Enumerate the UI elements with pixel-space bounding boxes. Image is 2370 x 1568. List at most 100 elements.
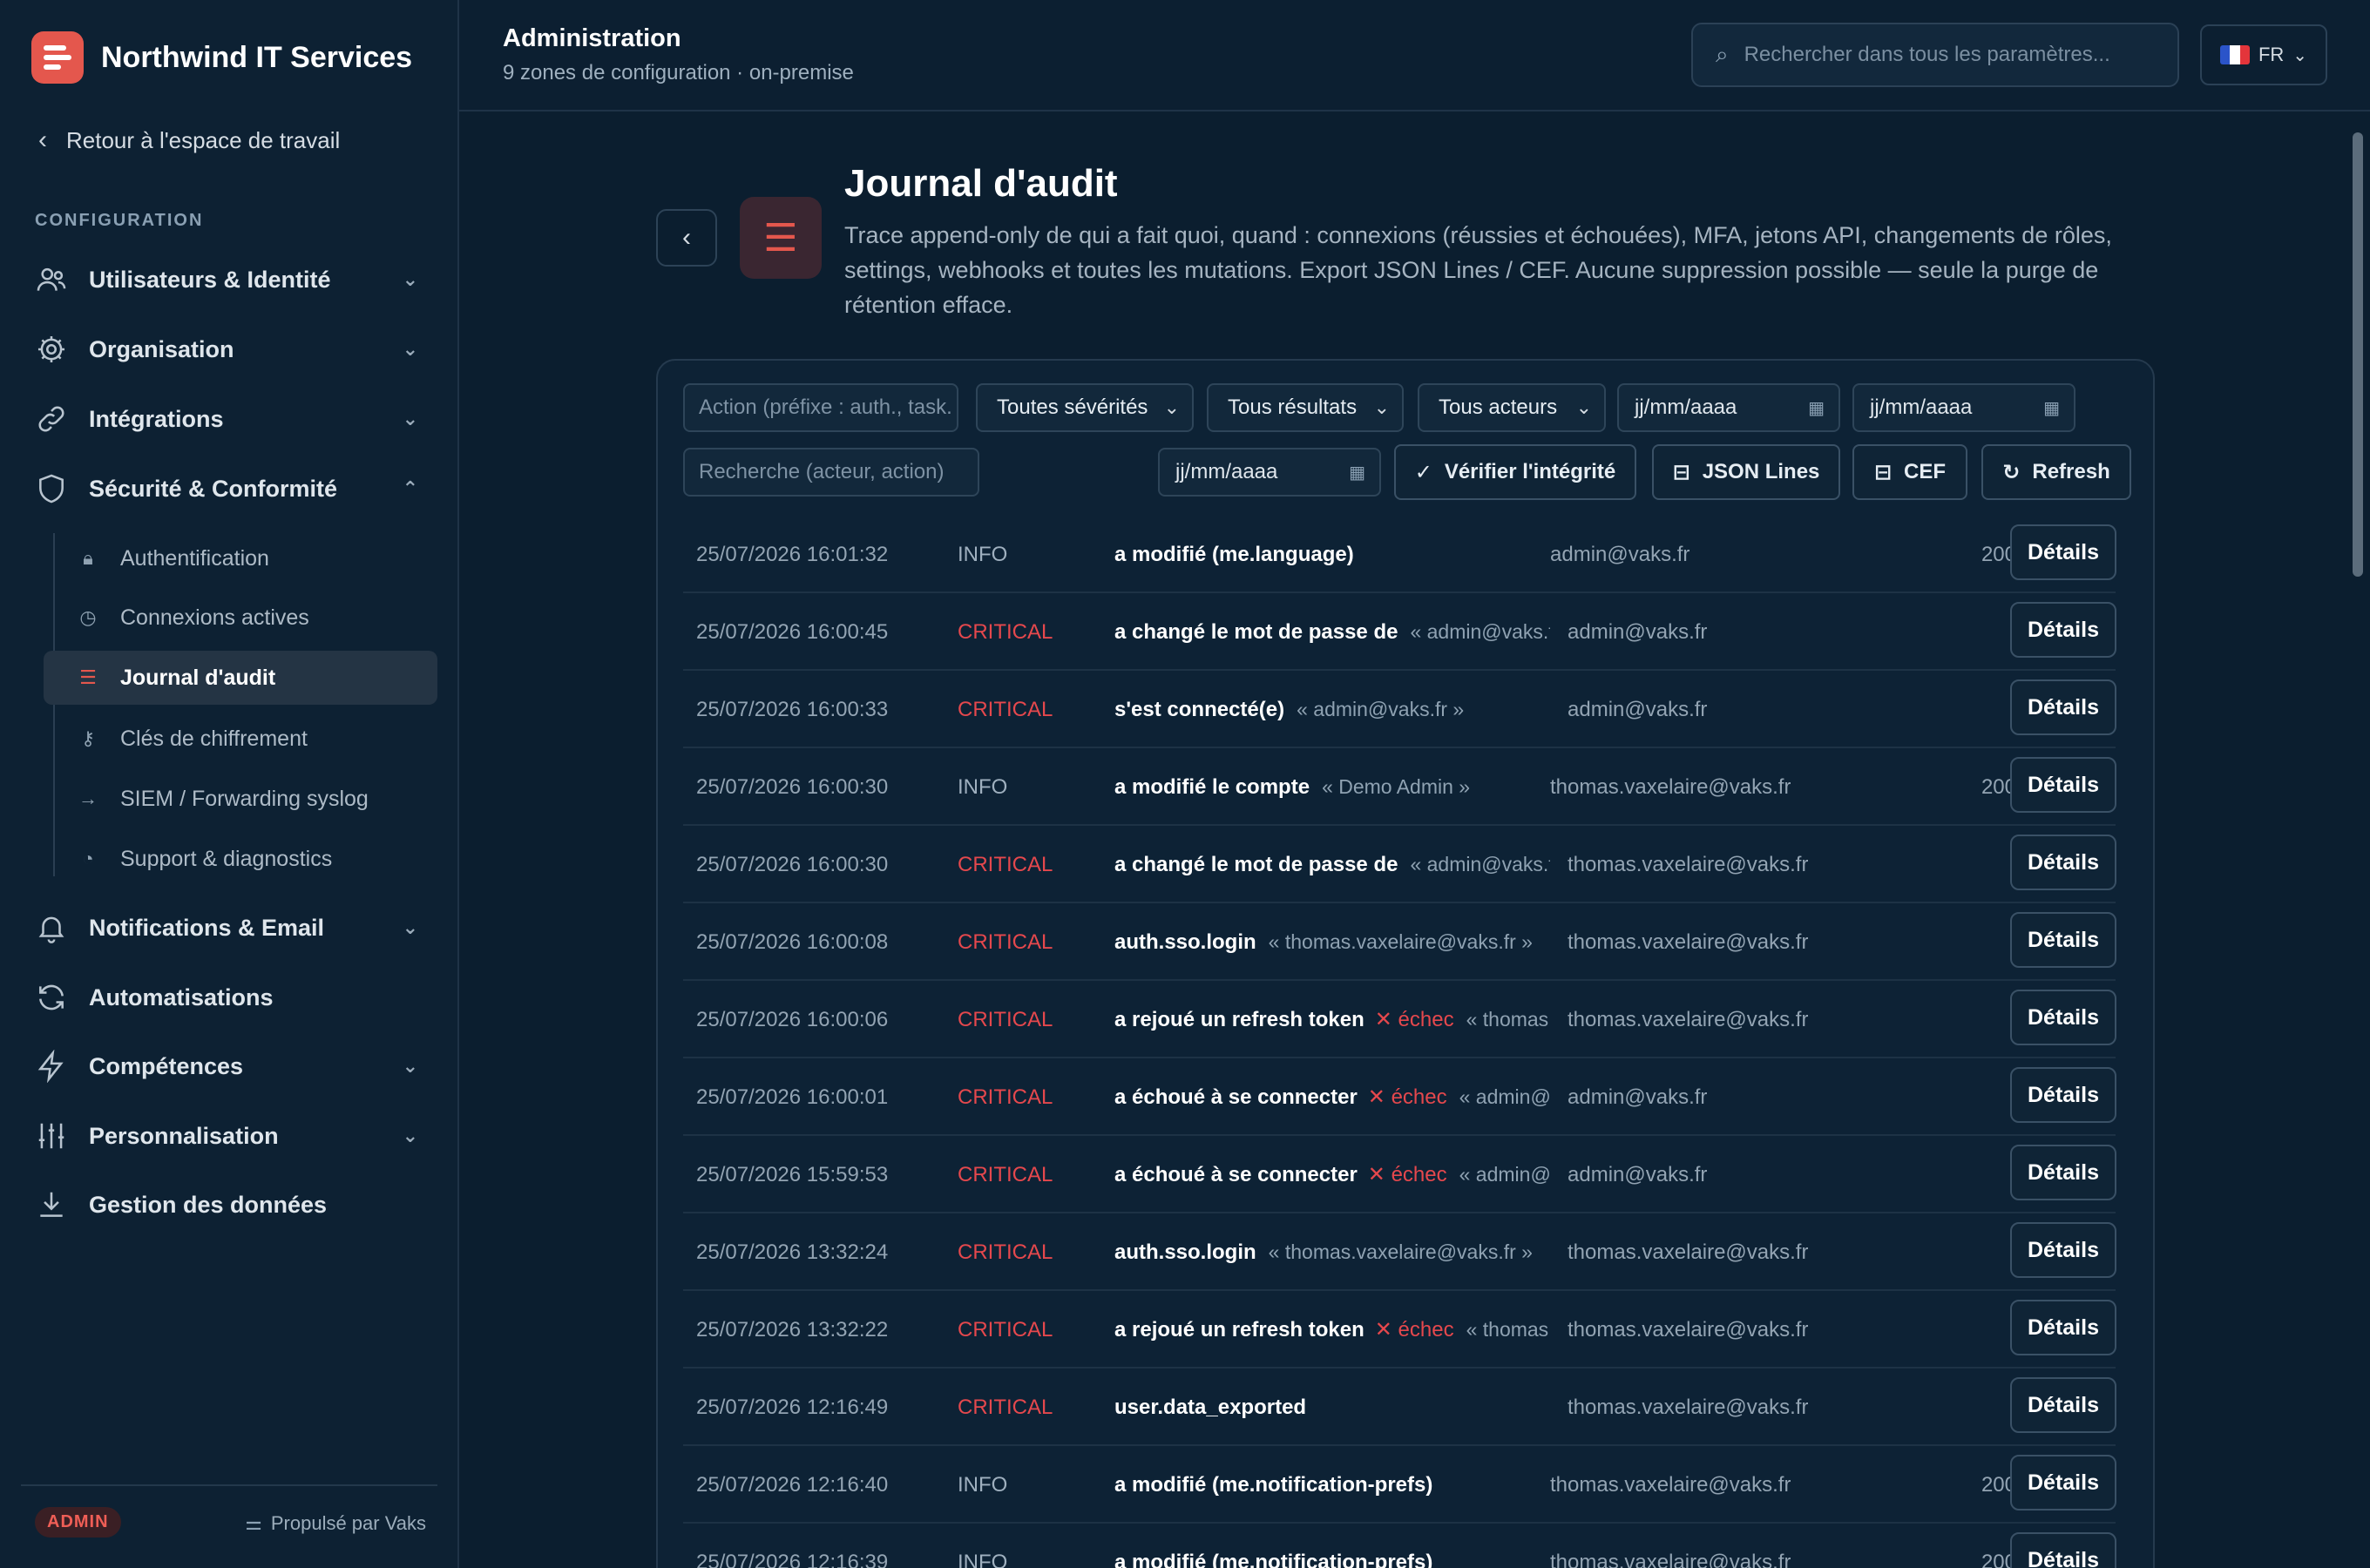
details-button[interactable]: Détails xyxy=(2010,1377,2116,1433)
details-button[interactable]: Détails xyxy=(2010,1455,2116,1511)
row-action: a modifié le compte « Demo Admin » xyxy=(1114,748,1533,826)
scrollbar[interactable] xyxy=(2353,132,2363,577)
details-button[interactable]: Détails xyxy=(2010,1222,2116,1278)
nav-item-skills[interactable]: Compétences ⌄ xyxy=(35,1050,427,1083)
details-button[interactable]: Détails xyxy=(2010,1300,2116,1355)
back-to-workspace-link[interactable]: ‹ Retour à l'espace de travail xyxy=(38,125,340,155)
details-button[interactable]: Détails xyxy=(2010,990,2116,1045)
subnav-item-authentication[interactable]: 🔒︎ Authentification xyxy=(77,531,434,585)
result-value: Tous résultats xyxy=(1228,395,1358,419)
nav-item-organisation[interactable]: Organisation ⌄ xyxy=(35,333,427,366)
lock-icon: 🔒︎ xyxy=(83,547,93,569)
row-action: auth.sso.login « thomas.vaxelaire@vaks.fr… xyxy=(1114,903,1550,981)
row-target: « thomas xyxy=(1466,1008,1549,1031)
table-row[interactable]: 25/07/2026 16:00:08 CRITICAL auth.sso.logi… xyxy=(683,903,2116,981)
subnav-item-encryption-keys[interactable]: ⚷ Clés de chiffrement xyxy=(77,712,434,766)
subnav-tree-line xyxy=(53,533,55,876)
table-row[interactable]: 25/07/2026 12:16:39 INFO a modifié (me.not… xyxy=(683,1524,2116,1568)
table-row[interactable]: 25/07/2026 16:00:30 INFO a modifié le comp… xyxy=(683,748,2116,826)
row-action: auth.sso.login « thomas.vaxelaire@vaks.fr… xyxy=(1114,1213,1550,1291)
row-action-label: a rejoué un refresh token xyxy=(1114,1317,1364,1342)
date-to-input[interactable]: jj/mm/aaaa ▦ xyxy=(1852,383,2075,432)
details-button[interactable]: Détails xyxy=(2010,835,2116,890)
row-action: s'est connecté(e) « admin@vaks.fr » xyxy=(1114,671,1550,748)
result-select[interactable]: Tous résultats ⌄ xyxy=(1207,383,1404,432)
details-button[interactable]: Détails xyxy=(2010,602,2116,658)
subnav-item-support[interactable]: ◔ Support & diagnostics xyxy=(77,832,434,886)
check-icon: ✓ xyxy=(1414,460,1432,484)
export-cef-button[interactable]: ⊟ CEF xyxy=(1852,444,1967,500)
back-button[interactable]: ‹ xyxy=(656,209,717,267)
details-button[interactable]: Détails xyxy=(2010,757,2116,813)
subnav-item-active-sessions[interactable]: ◷ Connexions actives xyxy=(77,591,434,645)
details-button[interactable]: Détails xyxy=(2010,679,2116,735)
row-actor: admin@vaks.fr xyxy=(1568,1162,1708,1186)
actor-value: Tous acteurs xyxy=(1439,395,1558,419)
severity-select[interactable]: Toutes sévérités ⌄ xyxy=(976,383,1194,432)
table-row[interactable]: 25/07/2026 16:00:06 CRITICAL a rejoué un r… xyxy=(683,981,2116,1058)
table-row[interactable]: 25/07/2026 16:00:30 CRITICAL a changé le m… xyxy=(683,826,2116,903)
nav-item-data-management[interactable]: Gestion des données xyxy=(35,1188,427,1221)
row-severity: CRITICAL xyxy=(958,697,1053,721)
nav-item-notifications[interactable]: Notifications & Email ⌄ xyxy=(35,911,427,944)
row-failure-badge: ✕ échec xyxy=(1374,1008,1454,1031)
actor-select[interactable]: Tous acteurs ⌄ xyxy=(1418,383,1606,432)
table-row[interactable]: 25/07/2026 15:59:53 CRITICAL a échoué à se… xyxy=(683,1136,2116,1213)
row-severity: INFO xyxy=(958,774,1008,799)
table-row[interactable]: 25/07/2026 12:16:49 CRITICAL user.data_exp… xyxy=(683,1369,2116,1446)
table-row[interactable]: 25/07/2026 16:00:33 CRITICAL s'est connect… xyxy=(683,671,2116,748)
language-select[interactable]: FR ⌄ xyxy=(2200,24,2327,85)
subnav-label: Journal d'audit xyxy=(120,665,276,690)
search-icon: ⌕ xyxy=(1716,41,1729,67)
table-row[interactable]: 25/07/2026 16:00:45 CRITICAL a changé le m… xyxy=(683,593,2116,671)
date-extra-input[interactable]: jj/mm/aaaa ▦ xyxy=(1158,448,1381,497)
row-actor: thomas.vaxelaire@vaks.fr xyxy=(1568,1240,1809,1264)
details-button[interactable]: Détails xyxy=(2010,1145,2116,1200)
row-action-label: a changé le mot de passe de xyxy=(1114,852,1398,876)
global-search-input[interactable]: ⌕ Rechercher dans tous les paramètres... xyxy=(1691,23,2179,87)
row-action: user.data_exported xyxy=(1114,1369,1550,1446)
row-failure-badge: ✕ échec xyxy=(1367,1085,1447,1109)
table-row[interactable]: 25/07/2026 16:01:32 INFO a modifié (me.lan… xyxy=(683,516,2116,593)
details-button[interactable]: Détails xyxy=(2010,1067,2116,1123)
brand[interactable]: Northwind IT Services xyxy=(31,31,412,84)
nav-item-security[interactable]: Sécurité & Conformité ⌃ xyxy=(35,472,427,505)
verify-integrity-button[interactable]: ✓ Vérifier l'intégrité xyxy=(1394,444,1636,500)
row-timestamp: 25/07/2026 16:00:06 xyxy=(696,1007,889,1031)
action-filter-placeholder: Action (préfixe : auth., task. xyxy=(699,395,952,419)
key-icon: ⚷ xyxy=(80,727,96,749)
details-button[interactable]: Détails xyxy=(2010,524,2116,580)
table-row[interactable]: 25/07/2026 12:16:40 INFO a modifié (me.not… xyxy=(683,1446,2116,1524)
gear-icon xyxy=(37,335,65,363)
nav-item-integrations[interactable]: Intégrations ⌄ xyxy=(35,402,427,436)
chevron-down-icon: ⌄ xyxy=(402,1055,418,1077)
arrow-right-icon: → xyxy=(78,787,98,809)
table-row[interactable]: 25/07/2026 13:32:24 CRITICAL auth.sso.logi… xyxy=(683,1213,2116,1291)
subnav-item-siem[interactable]: → SIEM / Forwarding syslog xyxy=(77,772,434,826)
details-button[interactable]: Détails xyxy=(2010,1532,2116,1568)
export-jsonl-button[interactable]: ⊟ JSON Lines xyxy=(1652,444,1840,500)
calendar-icon: ▦ xyxy=(2043,398,2060,418)
nav-item-users[interactable]: Utilisateurs & Identité ⌄ xyxy=(35,263,427,296)
row-action: a changé le mot de passe de « admin@vaks.… xyxy=(1114,826,1550,903)
search-placeholder: Rechercher dans tous les paramètres... xyxy=(1744,43,2110,66)
row-target: « admin@vaks.fr » xyxy=(1297,698,1465,720)
subnav-item-audit-log[interactable]: ☰ Journal d'audit xyxy=(44,651,437,705)
nav-label: Automatisations xyxy=(89,983,274,1010)
search-filter-input[interactable]: Recherche (acteur, action) xyxy=(683,448,979,497)
row-action: a rejoué un refresh token ✕ échec « thomas xyxy=(1114,1291,1550,1369)
date-from-input[interactable]: jj/mm/aaaa ▦ xyxy=(1617,383,1840,432)
row-action-label: a échoué à se connecter xyxy=(1114,1162,1358,1186)
row-status-code: 200 xyxy=(1981,774,2016,799)
nav-item-personalization[interactable]: Personnalisation ⌄ xyxy=(35,1119,427,1152)
action-filter-input[interactable]: Action (préfixe : auth., task. xyxy=(683,383,958,432)
chevron-down-icon: ⌄ xyxy=(1373,396,1390,418)
nav-item-automations[interactable]: Automatisations xyxy=(35,981,427,1014)
refresh-button[interactable]: ↻ Refresh xyxy=(1981,444,2131,500)
nav-label: Intégrations xyxy=(89,405,224,432)
details-button[interactable]: Détails xyxy=(2010,912,2116,968)
table-row[interactable]: 25/07/2026 13:32:22 CRITICAL a rejoué un r… xyxy=(683,1291,2116,1369)
row-actor: thomas.vaxelaire@vaks.fr xyxy=(1568,852,1809,876)
row-target: « thomas.vaxelaire@vaks.fr » xyxy=(1268,1240,1533,1263)
table-row[interactable]: 25/07/2026 16:00:01 CRITICAL a échoué à se… xyxy=(683,1058,2116,1136)
